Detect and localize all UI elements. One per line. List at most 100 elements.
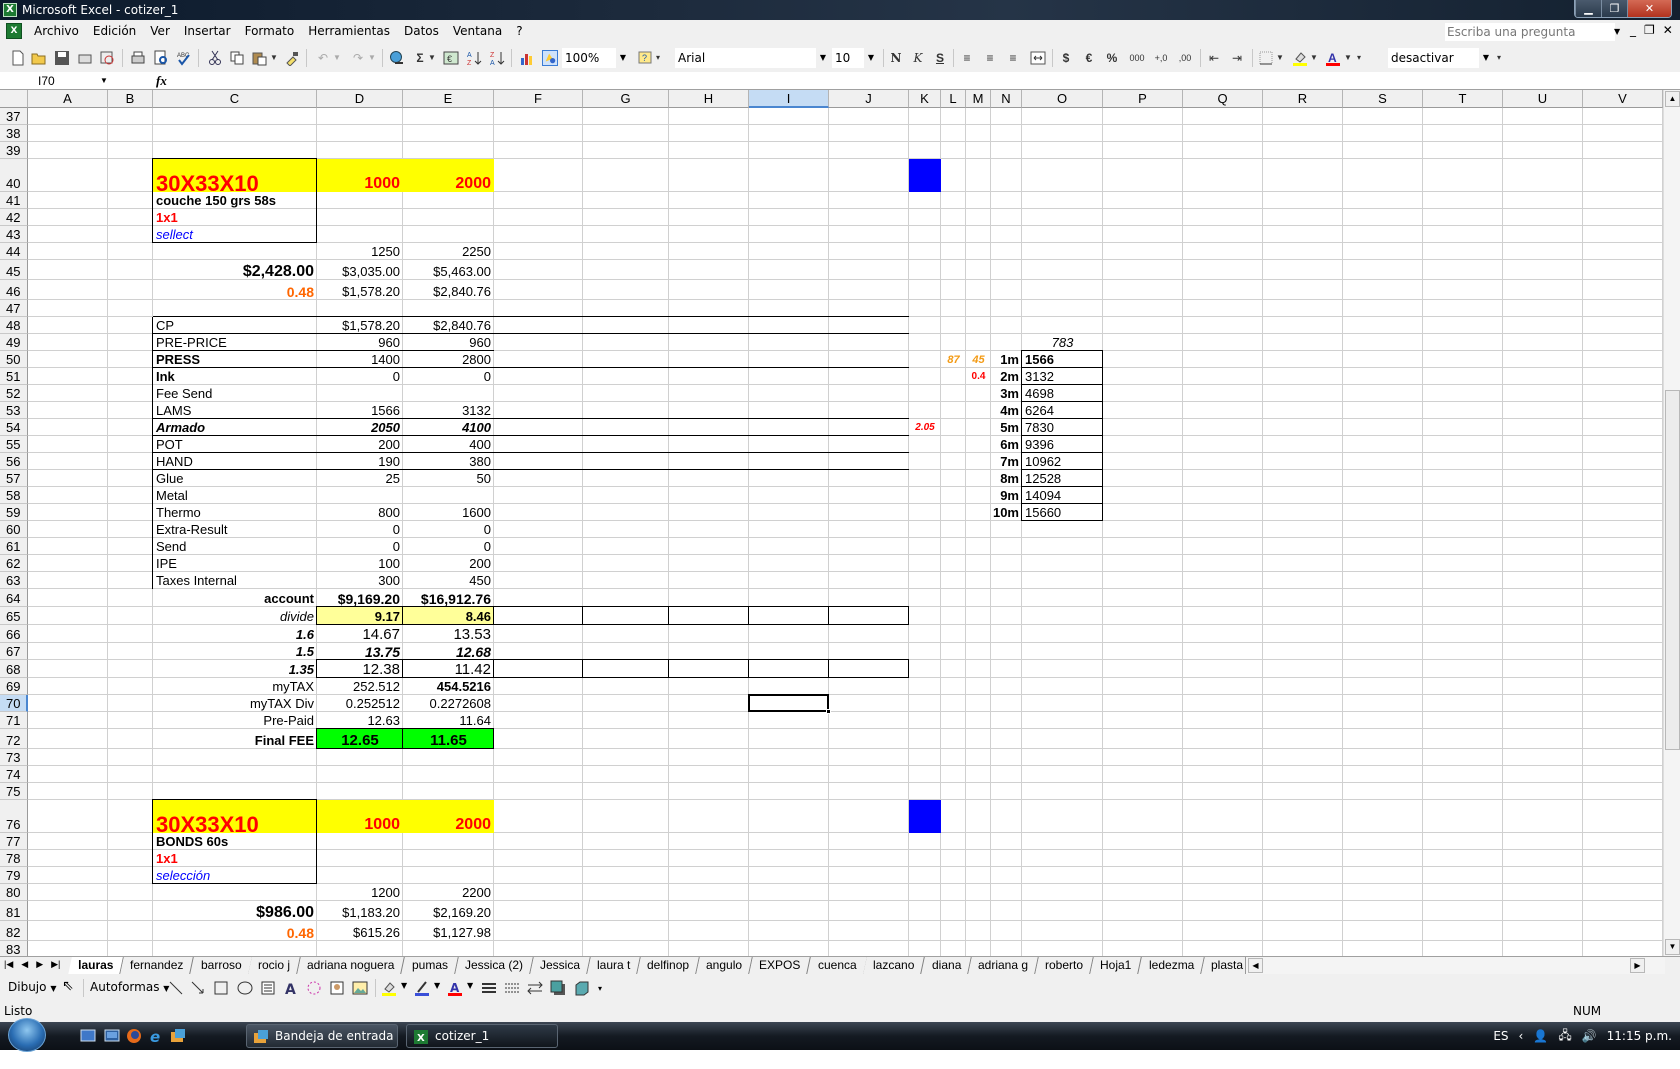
item-value-e[interactable]: 400 [403,436,494,453]
cell-d45[interactable]: $3,035.00 [317,260,403,280]
sheet-tab[interactable]: delfinop [637,957,701,974]
font-color-icon[interactable]: A [1325,50,1341,66]
side-table-label[interactable]: 1m [991,351,1022,368]
restore-button[interactable]: ❐ [1601,0,1627,17]
print-preview-icon[interactable] [153,50,169,66]
item-value-d[interactable]: 800 [317,504,403,521]
taskbar-button-outlook[interactable]: Bandeja de entrada ... [246,1024,398,1065]
item-label[interactable]: Fee Send [153,385,317,402]
column-header-u[interactable]: U [1503,90,1583,108]
select-objects-icon[interactable]: ⇖ [62,978,74,994]
toolbar-options-dropdown-3[interactable]: ▾ [1497,49,1501,67]
network-icon[interactable]: 🖧 [1558,1026,1571,1047]
mult-1-6-label[interactable]: 1.6 [153,625,317,643]
column-header-s[interactable]: S [1343,90,1423,108]
row-header-62[interactable]: 62 [0,555,28,572]
decrease-indent-icon[interactable]: ⇤ [1205,49,1223,67]
show-hidden-icons[interactable]: ‹ [1519,1029,1524,1043]
row-header-50[interactable]: 50 [0,351,28,368]
row-header-53[interactable]: 53 [0,402,28,419]
row-header-61[interactable]: 61 [0,538,28,555]
item-value-e[interactable]: 380 [403,453,494,470]
function-icon[interactable]: fx [156,72,167,89]
item-label[interactable]: PRE-PRICE [153,334,317,351]
row-header-72[interactable]: 72 [0,729,28,749]
menu-insertar[interactable]: Insertar [184,24,239,38]
column-header-q[interactable]: Q [1183,90,1263,108]
item-value-d[interactable]: 0 [317,368,403,385]
cell-c46[interactable]: 0.48 [153,280,317,300]
block2-note[interactable]: selección [153,867,317,884]
column-header-c[interactable]: C [153,90,317,108]
scroll-up-button[interactable]: ▲ [1665,91,1680,107]
taskbar-button-excel[interactable]: Xcotizer_1 [406,1024,558,1048]
bold-button[interactable]: N [888,49,904,67]
item-label[interactable]: Taxes Internal [153,572,317,589]
cell-c82[interactable]: 0.48 [153,921,317,941]
item-value-e[interactable]: 0 [403,521,494,538]
side-table-label[interactable]: 9m [991,487,1022,504]
side-table-label[interactable]: 2m [991,368,1022,385]
row-header-43[interactable]: 43 [0,226,28,243]
dibujo-menu[interactable]: Dibujo ▼ [8,980,56,994]
row-header-47[interactable]: 47 [0,300,28,317]
wordart-icon[interactable]: A [283,980,299,996]
item-value-d[interactable]: 1400 [317,351,403,368]
row-header-81[interactable]: 81 [0,901,28,921]
mytax-d[interactable]: 252.512 [317,678,403,695]
side-table-value[interactable]: 7830 [1022,419,1103,436]
line-color-dropdown[interactable]: ▼ [434,981,440,990]
scroll-left-button[interactable]: ◀ [1248,958,1263,973]
row-header-65[interactable]: 65 [0,607,28,625]
increase-decimal-button[interactable]: +,0 [1150,49,1172,67]
sheet-tab[interactable]: diana [921,957,972,974]
font-color-icon[interactable]: A [447,980,463,996]
side-table-value[interactable]: 3132 [1022,368,1103,385]
doc-close-button[interactable]: ✕ [1663,23,1673,37]
prepaid-d[interactable]: 12.63 [317,712,403,729]
next-sheet-button[interactable]: ▶ [36,959,43,970]
item-label[interactable]: Glue [153,470,317,487]
row-header-56[interactable]: 56 [0,453,28,470]
row-header-54[interactable]: 54 [0,419,28,436]
row-header-70[interactable]: 70 [0,695,28,712]
name-box[interactable]: I70 ▼ [2,73,108,89]
row-header-37[interactable]: 37 [0,108,28,125]
prepaid-label[interactable]: Pre-Paid [153,712,317,729]
chevron-down-icon[interactable]: ▼ [1614,23,1624,41]
block1-qty1[interactable]: 1000 [317,159,403,192]
mult-1-5-label[interactable]: 1.5 [153,643,317,660]
column-header-h[interactable]: H [669,90,749,108]
chevron-down-icon[interactable]: ▼ [1479,48,1493,68]
prepaid-e[interactable]: 11.64 [403,712,494,729]
align-left-icon[interactable]: ≡ [958,49,976,67]
row-header-57[interactable]: 57 [0,470,28,487]
side-table-value[interactable]: 12528 [1022,470,1103,487]
column-header-m[interactable]: M [966,90,991,108]
item-value-d[interactable]: 0 [317,538,403,555]
permission-icon[interactable] [77,50,93,66]
cell-d81[interactable]: $1,183.20 [317,901,403,921]
cell-e44[interactable]: 2250 [403,243,494,260]
row-header-67[interactable]: 67 [0,643,28,660]
block2-qty1[interactable]: 1000 [317,800,403,833]
close-button[interactable]: ✕ [1627,0,1671,17]
last-sheet-button[interactable]: ▶| [51,959,60,970]
arrow-style-icon[interactable] [527,980,543,996]
row-header-52[interactable]: 52 [0,385,28,402]
column-header-a[interactable]: A [28,90,108,108]
row-header-44[interactable]: 44 [0,243,28,260]
row-header-73[interactable]: 73 [0,749,28,766]
sheet-tab[interactable]: lauras [68,957,125,975]
row-header-59[interactable]: 59 [0,504,28,521]
column-header-i[interactable]: I [749,90,829,108]
block2-title[interactable]: 30X33X10 [153,800,317,836]
item-value-d[interactable]: 300 [317,572,403,589]
spelling-icon[interactable]: ABC [176,50,192,66]
language-indicator[interactable]: ES [1493,1029,1508,1043]
autosum-button[interactable]: Σ [413,49,427,67]
merge-center-icon[interactable] [1030,50,1046,66]
row-header-80[interactable]: 80 [0,884,28,901]
toolbar-options-dropdown-2[interactable]: ▾ [1357,49,1361,67]
spreadsheet-grid[interactable]: A B C D E F G H I J K L M N O P Q R S T U V 37 38 39 40 41 42 43 44 45… [0,90,1680,956]
